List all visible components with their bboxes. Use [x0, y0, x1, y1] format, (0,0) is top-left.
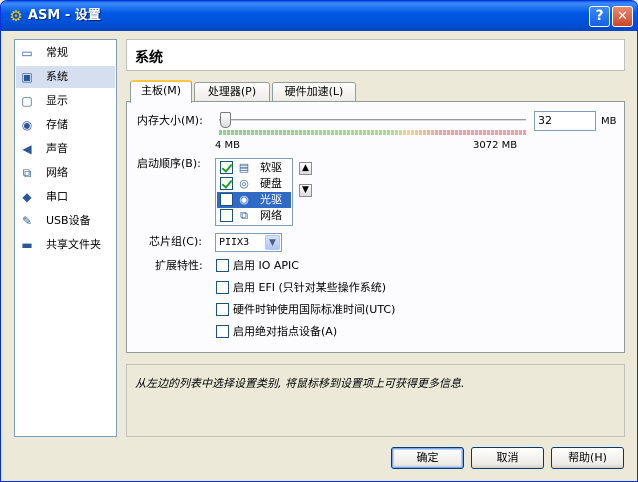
boot-item-optical[interactable]: ◉ 光驱 [217, 192, 291, 208]
sidebar-item-serial-port[interactable]: ◆ 串口 [16, 186, 115, 208]
settings-window: ⚙ ASM - 设置 ? ✕ ▭ 常规 ▣ 系统 ▢ 显示 ◉ 存储 ◀ 声音 … [0, 0, 638, 482]
tab-acceleration[interactable]: 硬件加速(L) [272, 82, 356, 102]
sidebar-item-label: 显示 [46, 94, 68, 107]
title-bar[interactable]: ⚙ ASM - 设置 ? ✕ [1, 1, 637, 31]
boot-item-floppy[interactable]: ▤ 软驱 [217, 160, 291, 176]
arrow-up-icon: ▲ [302, 163, 309, 173]
help-title-button[interactable]: ? [589, 6, 610, 27]
boot-optical-checkbox[interactable] [220, 193, 233, 206]
general-icon: ▭ [21, 46, 33, 60]
motherboard-panel: 内存大小(M): 4 MB 3072 MB 32 MB 启动顺序(B): ▤ 软… [126, 101, 625, 353]
move-up-button[interactable]: ▲ [299, 162, 312, 175]
chevron-down-icon[interactable]: ▼ [265, 235, 280, 250]
utc-clock-label[interactable]: 硬件时钟使用国际标准时间(UTC) [233, 303, 395, 317]
sidebar-item-audio[interactable]: ◀ 声音 [16, 138, 115, 160]
sidebar-item-network[interactable]: ⧉ 网络 [16, 162, 115, 184]
category-list[interactable]: ▭ 常规 ▣ 系统 ▢ 显示 ◉ 存储 ◀ 声音 ⧉ 网络 ◆ 串口 ✎ USB [14, 39, 117, 437]
memory-slider-handle[interactable] [219, 112, 231, 128]
sidebar-item-label: 声音 [46, 142, 68, 155]
sidebar-item-general[interactable]: ▭ 常规 [16, 42, 115, 64]
utc-clock-checkbox[interactable] [216, 303, 229, 316]
boot-item-network[interactable]: ⧉ 网络 [217, 208, 291, 224]
memory-label: 内存大小(M): [137, 114, 203, 127]
gear-icon: ⚙ [9, 7, 23, 25]
hard-disk-icon: ◎ [239, 177, 249, 190]
extended-features-label: 扩展特性: [155, 259, 203, 272]
memory-min-label: 4 MB [215, 140, 241, 151]
page-title: 系统 [135, 50, 163, 66]
sidebar-item-display[interactable]: ▢ 显示 [16, 90, 115, 112]
arrow-down-icon: ▼ [302, 185, 309, 195]
sidebar-item-label: 系统 [46, 70, 68, 83]
optical-drive-icon: ◉ [239, 193, 249, 206]
memory-unit: MB [601, 116, 617, 127]
sidebar-item-label: 串口 [46, 190, 68, 203]
boot-item-hard-disk[interactable]: ◎ 硬盘 [217, 176, 291, 192]
io-apic-label[interactable]: 启用 IO APIC [233, 259, 299, 273]
sidebar-item-label: 存储 [46, 118, 68, 131]
network-boot-icon: ⧉ [240, 209, 248, 222]
ok-button[interactable]: 确定 [391, 447, 464, 469]
system-icon: ▣ [21, 70, 33, 84]
boot-order-list[interactable]: ▤ 软驱 ◎ 硬盘 ◉ 光驱 ⧉ 网络 [215, 158, 293, 226]
usb-icon: ✎ [21, 214, 33, 228]
sidebar-item-usb[interactable]: ✎ USB设备 [16, 210, 115, 232]
absolute-pointing-checkbox[interactable] [216, 325, 229, 338]
boot-order-label: 启动顺序(B): [137, 157, 201, 170]
sidebar-item-storage[interactable]: ◉ 存储 [16, 114, 115, 136]
move-down-button[interactable]: ▼ [299, 184, 312, 197]
memory-size-input[interactable]: 32 [534, 111, 596, 131]
display-icon: ▢ [21, 94, 33, 108]
boot-network-checkbox[interactable] [220, 209, 233, 222]
chipset-select[interactable]: PIIX3 ▼ [215, 233, 282, 252]
info-panel: 从左边的列表中选择设置类别, 将鼠标移到设置项上可获得更多信息. [126, 364, 625, 437]
memory-slider-track[interactable] [219, 119, 526, 122]
chipset-label: 芯片组(C): [149, 235, 202, 248]
boot-floppy-checkbox[interactable] [220, 161, 233, 174]
efi-label[interactable]: 启用 EFI (只针对某些操作系统) [233, 281, 386, 295]
audio-icon: ◀ [22, 142, 32, 156]
boot-item-label: 光驱 [260, 193, 282, 206]
boot-item-label: 网络 [260, 209, 282, 222]
absolute-pointing-label[interactable]: 启用绝对指点设备(A) [233, 325, 337, 339]
sidebar-item-shared-folders[interactable]: ▬ 共享文件夹 [16, 234, 115, 256]
sidebar-item-system[interactable]: ▣ 系统 [16, 66, 115, 88]
floppy-icon: ▤ [238, 161, 250, 174]
efi-checkbox[interactable] [216, 281, 229, 294]
shared-folder-icon: ▬ [21, 238, 33, 252]
tab-processor[interactable]: 处理器(P) [194, 82, 270, 102]
memory-max-label: 3072 MB [473, 140, 518, 151]
help-button[interactable]: 帮助(H) [551, 447, 624, 469]
storage-icon: ◉ [21, 118, 33, 132]
boot-item-label: 软驱 [260, 161, 282, 174]
sidebar-item-label: 常规 [46, 46, 68, 59]
sidebar-item-label: 共享文件夹 [46, 238, 101, 251]
boot-hard-disk-checkbox[interactable] [220, 177, 233, 190]
io-apic-checkbox[interactable] [216, 259, 229, 272]
serial-port-icon: ◆ [22, 190, 32, 204]
boot-item-label: 硬盘 [260, 177, 282, 190]
network-icon: ⧉ [22, 166, 32, 180]
tab-motherboard[interactable]: 主板(M) [130, 80, 192, 103]
memory-range-bar [219, 130, 526, 135]
info-text: 从左边的列表中选择设置类别, 将鼠标移到设置项上可获得更多信息. [135, 377, 465, 390]
chipset-value: PIIX3 [219, 237, 250, 248]
sidebar-item-label: 网络 [46, 166, 68, 179]
cancel-button[interactable]: 取消 [471, 447, 544, 469]
window-title: ASM - 设置 [28, 8, 101, 23]
close-button[interactable]: ✕ [612, 6, 633, 27]
page-header: 系统 [126, 39, 625, 71]
sidebar-item-label: USB设备 [46, 214, 91, 227]
